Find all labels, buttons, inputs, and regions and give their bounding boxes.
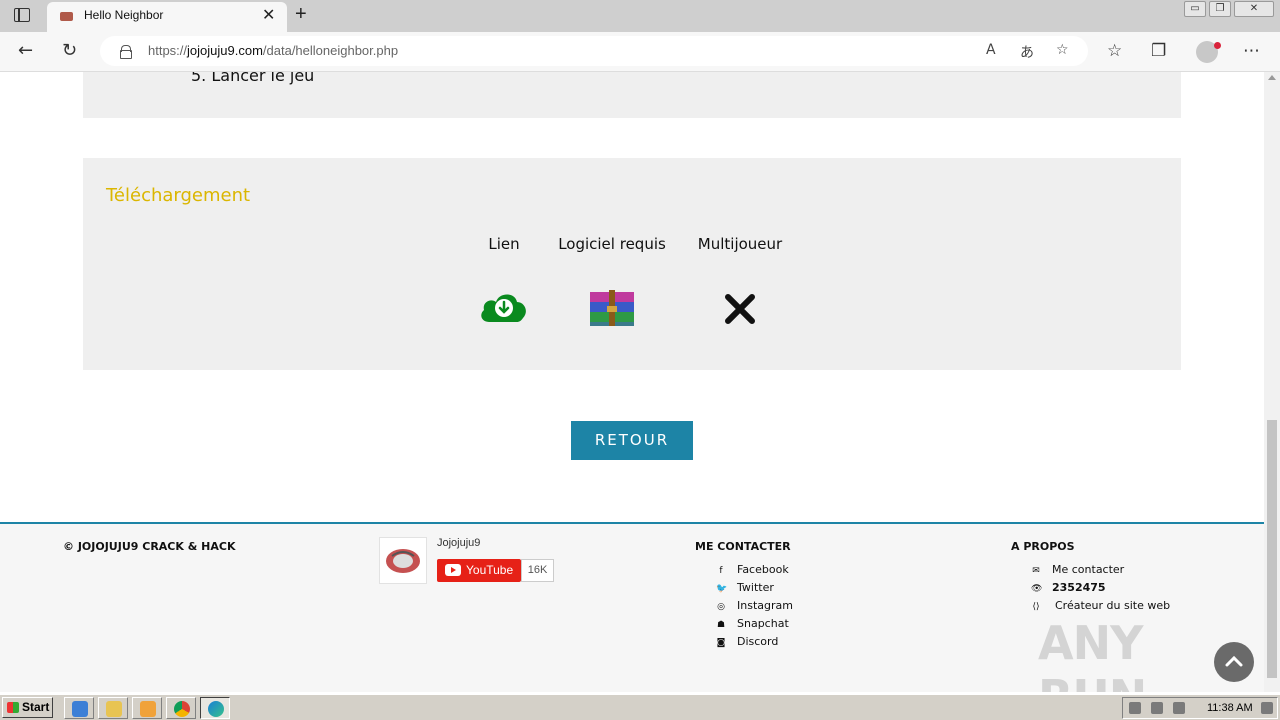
taskbar-ie[interactable] [64, 697, 94, 719]
back-arrow-icon[interactable]: ← [18, 40, 33, 61]
step-5-text: 5. Lancer le jeu [191, 72, 315, 85]
youtube-label: YouTube [466, 563, 514, 577]
scrollbar-thumb[interactable] [1267, 420, 1277, 678]
network-icon[interactable] [1151, 702, 1163, 714]
show-desktop-icon[interactable] [1261, 702, 1273, 714]
page-scrollbar[interactable] [1264, 72, 1280, 692]
taskbar-chrome[interactable] [166, 697, 196, 719]
volume-icon[interactable] [1129, 702, 1141, 714]
code-icon: ⟨⟩ [1032, 602, 1040, 612]
lock-icon[interactable] [120, 45, 132, 59]
retour-button[interactable]: RETOUR [571, 421, 693, 460]
close-window-button[interactable]: ✕ [1234, 1, 1274, 17]
chrome-icon [174, 701, 190, 717]
refresh-icon[interactable]: ↻ [62, 40, 77, 61]
subscriber-count: 16K [521, 559, 554, 582]
browser-tab-bar: Hello Neighbor ✕ + ▭ ❐ ✕ [0, 0, 1280, 32]
browser-tab[interactable]: Hello Neighbor ✕ [47, 2, 287, 32]
more-icon[interactable]: ⋯ [1243, 41, 1260, 61]
contact-heading: ME CONTACTER [695, 540, 791, 553]
browser-toolbar: ← ↻ https://jojojuju9.com/data/helloneig… [0, 32, 1280, 72]
windows-logo-icon [7, 702, 19, 713]
favorites-icon[interactable]: ☆ [1107, 41, 1122, 61]
snapchat-icon: ☗ [716, 620, 726, 630]
column-logiciel-requis: Logiciel requis [558, 235, 666, 253]
start-button[interactable]: Start [2, 697, 53, 718]
youtube-channel-name[interactable]: Jojojuju9 [437, 537, 480, 549]
folder-icon [106, 701, 122, 717]
windows-taskbar: Start 11:38 AM [0, 694, 1280, 720]
twitter-icon: 🐦 [716, 584, 728, 594]
system-tray: 11:38 AM [1122, 697, 1278, 719]
address-bar[interactable]: https://jojojuju9.com/data/helloneighbor… [100, 36, 1088, 66]
download-panel: Téléchargement Lien Logiciel requis Mult… [83, 158, 1181, 370]
chevron-up-icon [1225, 655, 1243, 667]
taskbar-edge[interactable] [200, 697, 230, 719]
instagram-icon: ◎ [717, 602, 725, 612]
footer-copyright: © JOJOJUJU9 CRACK & HACK [63, 540, 236, 553]
read-aloud-icon[interactable]: A [986, 42, 996, 58]
instructions-panel: 5. Lancer le jeu [83, 72, 1181, 118]
youtube-subscribe-button[interactable]: YouTube [437, 559, 521, 582]
translate-icon[interactable]: あ [1020, 42, 1034, 62]
about-heading: A PROPOS [1011, 540, 1075, 553]
close-x-icon [725, 294, 755, 324]
envelope-icon: ✉ [1032, 566, 1040, 576]
collections-icon[interactable]: ❐ [1151, 41, 1166, 61]
page-content: 5. Lancer le jeu Téléchargement Lien Log… [0, 72, 1264, 692]
discord-icon: ◙ [716, 638, 726, 648]
taskbar-media[interactable] [132, 697, 162, 719]
tab-close-icon[interactable]: ✕ [262, 5, 275, 25]
url-text[interactable]: https://jojojuju9.com/data/helloneighbor… [148, 43, 398, 58]
favicon-icon [60, 12, 73, 21]
tab-title: Hello Neighbor [84, 8, 164, 22]
taskbar-explorer[interactable] [98, 697, 128, 719]
clock: 11:38 AM [1207, 702, 1253, 714]
download-title: Téléchargement [106, 185, 251, 206]
eye-icon: 👁 [1031, 584, 1043, 594]
winrar-icon [590, 290, 634, 326]
cloud-download-icon[interactable] [479, 288, 529, 324]
facebook-icon: f [719, 566, 723, 576]
add-favorite-icon[interactable]: ☆ [1056, 42, 1069, 58]
column-multijoueur: Multijoueur [697, 235, 783, 253]
tab-actions-icon[interactable] [14, 8, 30, 22]
edge-icon [208, 701, 224, 717]
profile-avatar[interactable] [1196, 41, 1221, 63]
media-player-icon [140, 701, 156, 717]
screen: Hello Neighbor ✕ + ▭ ❐ ✕ ← ↻ https://joj… [0, 0, 1280, 720]
minimize-button[interactable]: ▭ [1184, 1, 1206, 17]
scroll-up-arrow-icon[interactable] [1268, 75, 1276, 80]
channel-avatar[interactable] [379, 537, 427, 584]
internet-explorer-icon [72, 701, 88, 717]
restore-button[interactable]: ❐ [1209, 1, 1231, 17]
flag-icon[interactable] [1173, 702, 1185, 714]
scroll-to-top-button[interactable] [1214, 642, 1254, 682]
youtube-play-icon [445, 564, 461, 576]
new-tab-button[interactable]: + [295, 3, 307, 26]
